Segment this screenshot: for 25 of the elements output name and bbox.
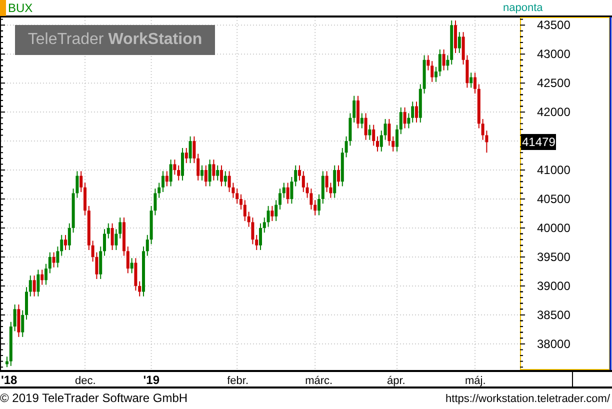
symbol-marker — [0, 0, 6, 16]
x-axis-label: dec. — [75, 375, 96, 387]
y-axis-label: 41000 — [537, 163, 570, 178]
x-axis-label: ápr. — [387, 375, 406, 387]
interval-label: naponta — [503, 2, 543, 15]
symbol-label: BUX — [8, 1, 33, 15]
y-axis-label: 43500 — [537, 18, 570, 32]
x-axis-label: márc. — [305, 375, 333, 387]
x-axis-label: '18 — [1, 373, 18, 387]
y-axis-label: 38000 — [537, 336, 570, 351]
y-axis-label: 39500 — [537, 250, 570, 264]
y-axis-label: 42500 — [537, 76, 570, 90]
y-axis-label: 40500 — [537, 192, 570, 206]
copyright-text: © 2019 TeleTrader Software GmbH — [0, 391, 188, 406]
y-axis-label: 38500 — [537, 308, 570, 322]
x-axis-label: máj. — [465, 375, 486, 387]
y-axis-label: 42000 — [537, 105, 570, 120]
url-text: https://workstation.teletrader.com/ — [446, 392, 610, 406]
logo: TeleTrader WorkStation — [15, 25, 215, 55]
y-axis-label: 43000 — [537, 47, 570, 62]
x-axis-label: febr. — [227, 375, 248, 387]
y-axis-label: 39000 — [537, 278, 570, 293]
x-axis-label: '19 — [143, 373, 160, 387]
current-price-label: 41479 — [521, 134, 556, 150]
y-axis-label: 40000 — [537, 221, 570, 235]
